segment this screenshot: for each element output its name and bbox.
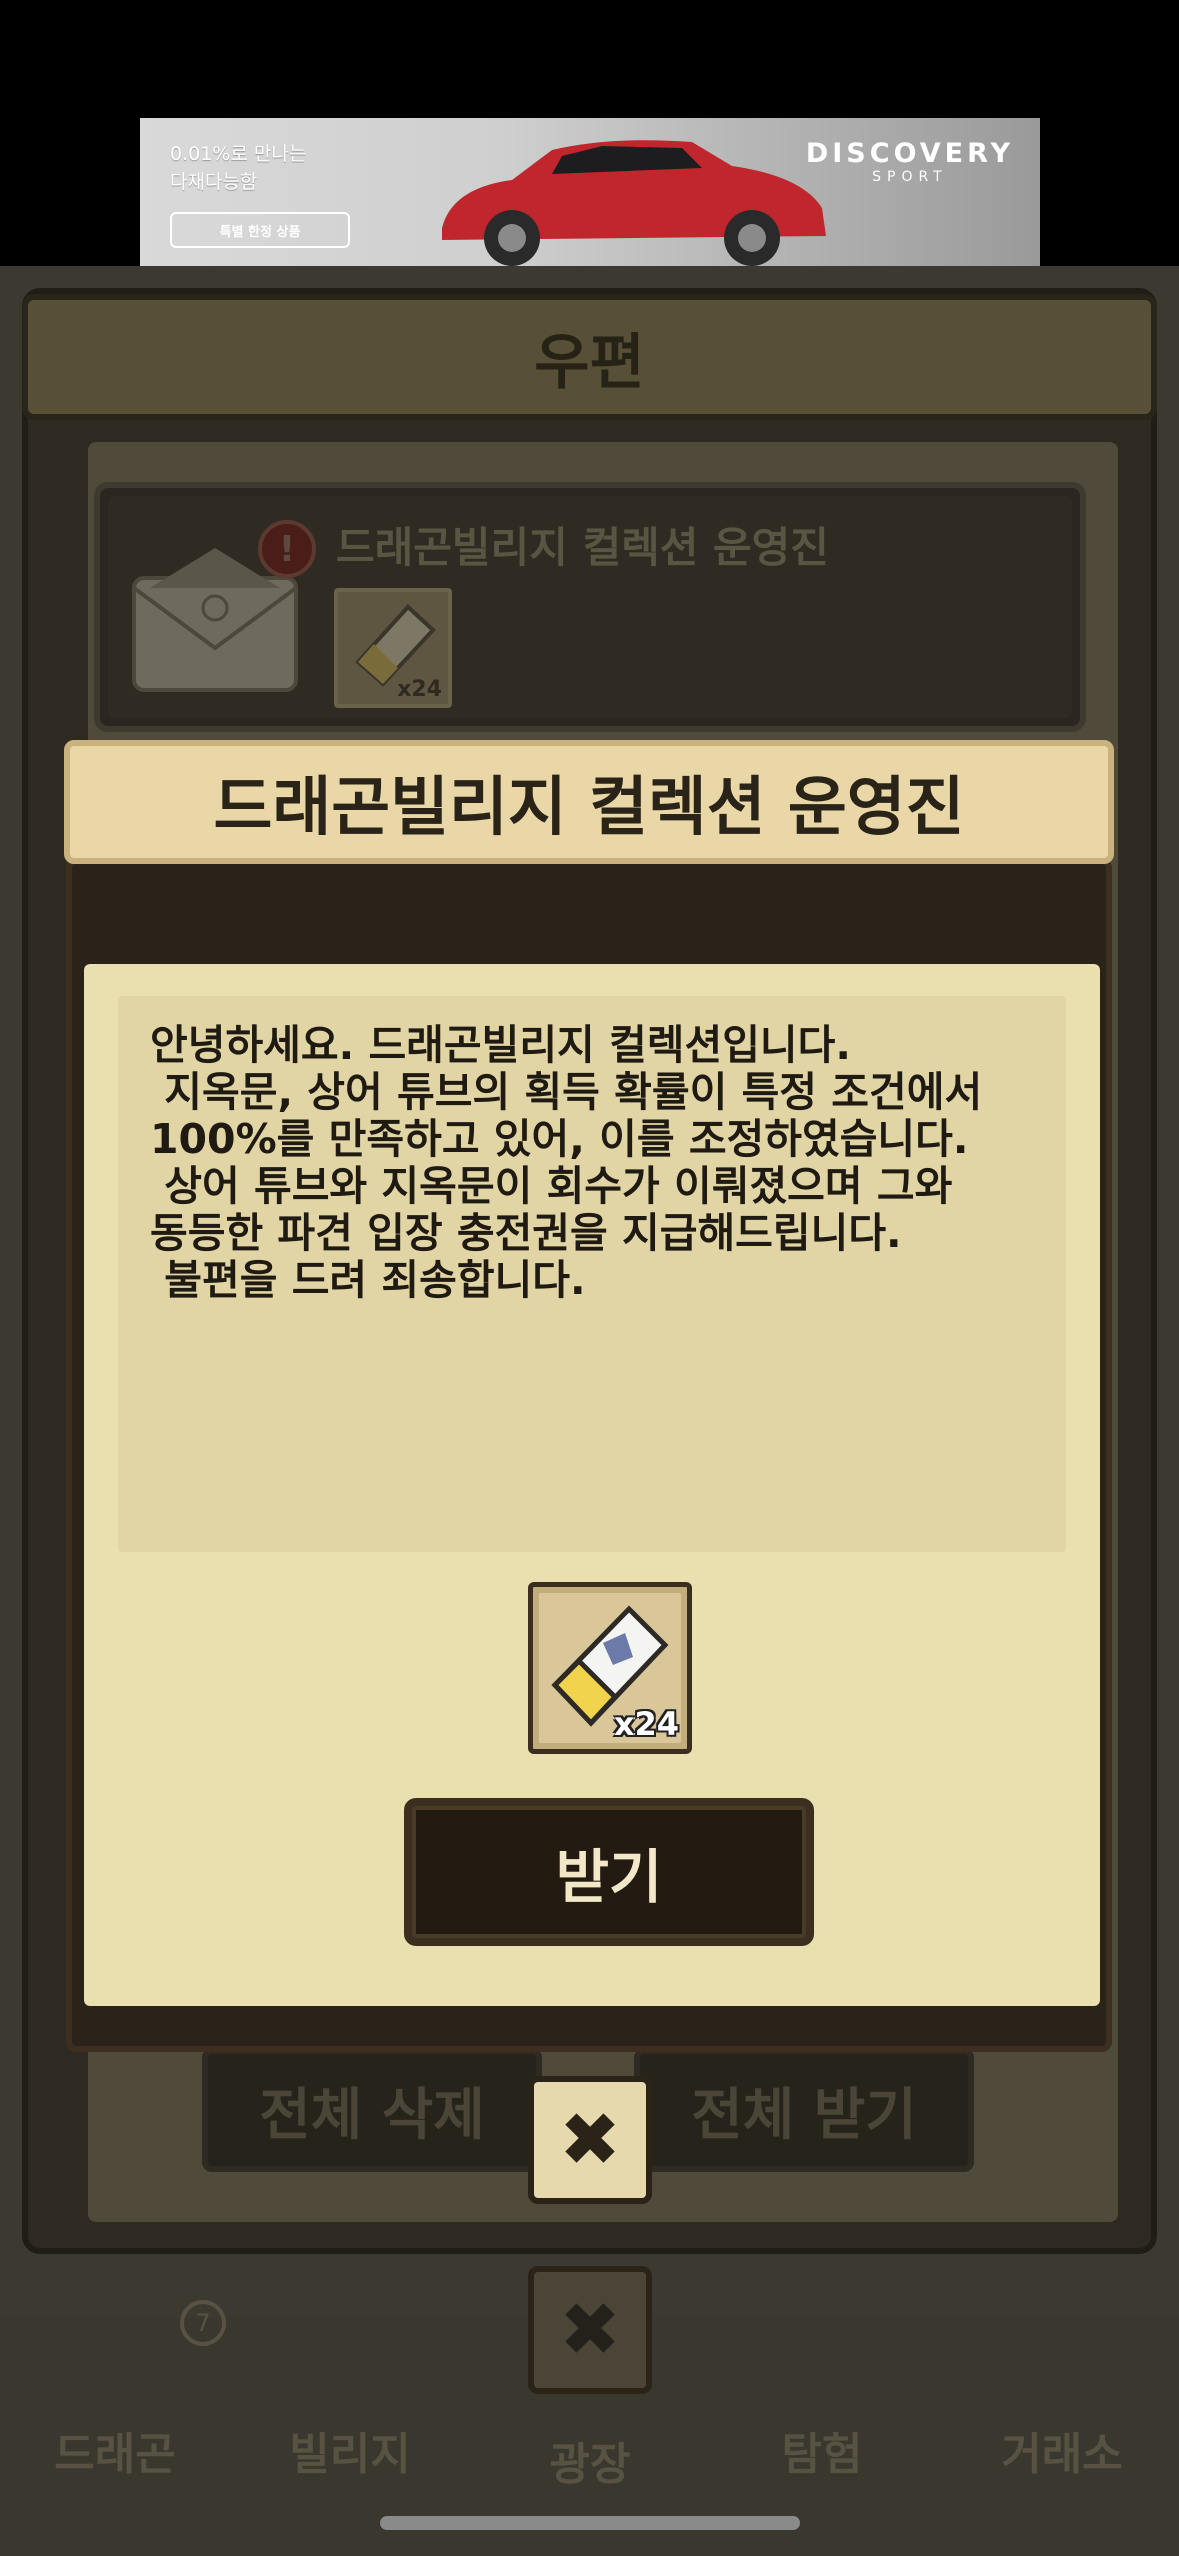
delete-all-button[interactable]: 전체 삭제 bbox=[202, 2048, 542, 2172]
dialog-close-button[interactable]: ✖ bbox=[528, 2076, 652, 2204]
message-box: 안녕하세요. 드래곤빌리지 컬렉션입니다. 지옥문, 상어 튜브의 획득 확률이… bbox=[118, 996, 1066, 1552]
ad-cta-button[interactable]: 특별 한정 상품 bbox=[170, 212, 350, 248]
close-icon: ✖ bbox=[558, 2287, 621, 2373]
nav-dragon-badge: 7 bbox=[180, 2300, 226, 2346]
ad-banner[interactable]: 0.01%로 만나는 다재다능함 특별 한정 상품 DISCOVERY SPOR… bbox=[140, 118, 1040, 266]
mail-title: 우편 bbox=[534, 327, 645, 398]
mail-item-reward-qty: x24 bbox=[397, 677, 442, 702]
dialog-title: 드래곤빌리지 컬렉션 운영진 bbox=[213, 771, 965, 845]
mail-header: 우편 bbox=[22, 294, 1157, 420]
mail-list-item[interactable]: ! 드래곤빌리지 컬렉션 운영진 x24 bbox=[94, 482, 1086, 732]
mail-item-title: 드래곤빌리지 컬렉션 운영진 bbox=[336, 523, 829, 572]
nav-dragon[interactable]: 드래곤 bbox=[15, 2418, 215, 2482]
nav-explore[interactable]: 탐험 bbox=[722, 2418, 922, 2482]
mail-item-reward: x24 bbox=[334, 588, 452, 708]
receive-button-label: 받기 bbox=[555, 1843, 663, 1911]
dialog-title-bar: 드래곤빌리지 컬렉션 운영진 bbox=[64, 740, 1114, 864]
car-image bbox=[442, 140, 826, 266]
alert-icon: ! bbox=[258, 520, 316, 578]
message-text: 안녕하세요. 드래곤빌리지 컬렉션입니다. 지옥문, 상어 튜브의 획득 확률이… bbox=[150, 1021, 983, 1304]
ad-brand-sub: SPORT bbox=[872, 169, 948, 185]
dialog-content: 안녕하세요. 드래곤빌리지 컬렉션입니다. 지옥문, 상어 튜브의 획득 확률이… bbox=[84, 964, 1100, 2006]
reward-slot: x24 bbox=[528, 1582, 692, 1754]
ad-brand: DISCOVERY SPORT bbox=[806, 138, 1014, 185]
reward-qty: x24 bbox=[613, 1705, 679, 1743]
nav-exchange[interactable]: 거래소 bbox=[962, 2418, 1162, 2482]
mail-detail-dialog: 드래곤빌리지 컬렉션 운영진 안녕하세요. 드래곤빌리지 컬렉션입니다. 지옥문… bbox=[64, 740, 1114, 2052]
nav-plaza[interactable]: 광장 bbox=[490, 2428, 690, 2492]
receive-button[interactable]: 받기 bbox=[404, 1798, 814, 1946]
receive-all-button[interactable]: 전체 받기 bbox=[634, 2048, 974, 2172]
ad-brand-name: DISCOVERY bbox=[805, 138, 1014, 169]
ad-line2: 다재다능함 bbox=[170, 171, 258, 193]
ad-line1: 0.01%로 만나는 bbox=[170, 143, 307, 165]
ad-text: 0.01%로 만나는 다재다능함 bbox=[170, 140, 306, 196]
back-close-button[interactable]: ✖ bbox=[528, 2266, 652, 2394]
close-icon: ✖ bbox=[558, 2097, 621, 2183]
home-indicator[interactable] bbox=[380, 2516, 800, 2530]
nav-village[interactable]: 빌리지 bbox=[250, 2418, 450, 2482]
